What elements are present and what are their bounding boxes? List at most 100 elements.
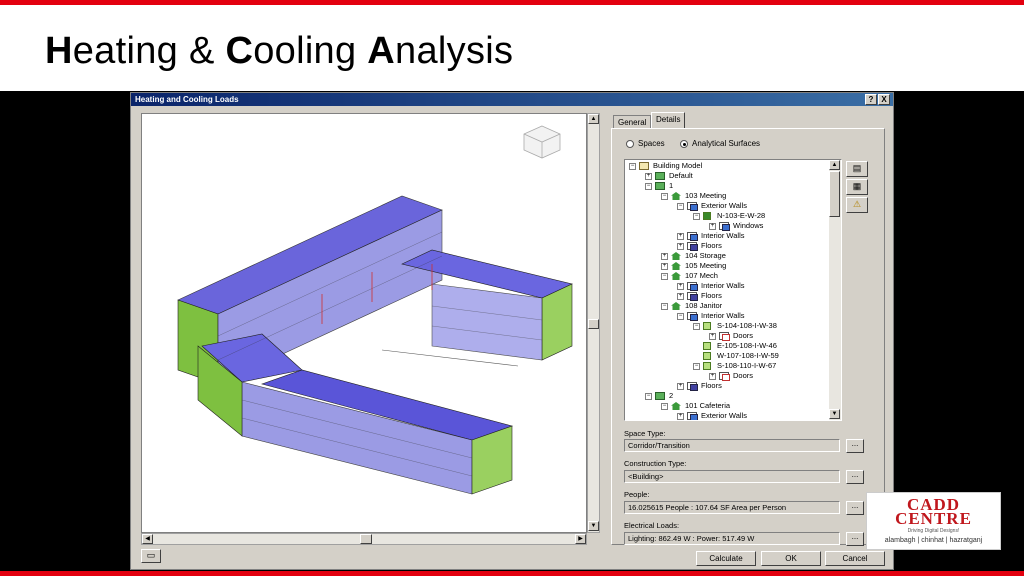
spaces-radio-label: Spaces [638, 139, 665, 148]
expand-icon[interactable]: + [661, 253, 668, 260]
tree-scroll-up-icon[interactable]: ▲ [829, 160, 840, 170]
details-tab-body: Spaces Analytical Surfaces ▲ ▼ − Building… [611, 128, 885, 546]
level-icon [655, 392, 665, 400]
tree-scrollbar[interactable]: ▲ ▼ [829, 160, 841, 420]
expand-icon[interactable]: + [709, 333, 716, 340]
house-icon [671, 252, 681, 260]
electrical-loads-browse-button[interactable]: ... [846, 532, 864, 546]
cancel-button[interactable]: Cancel [825, 551, 885, 566]
level-icon [655, 182, 665, 190]
viewport-horizontal-scrollbar[interactable]: ◀ ▶ [141, 533, 587, 545]
space-type-browse-button[interactable]: ... [846, 439, 864, 453]
tree-item-label: 104 Storage [685, 251, 726, 260]
spaces-radio[interactable] [626, 140, 634, 148]
people-field[interactable]: 16.025615 People : 107.64 SF Area per Pe… [624, 501, 840, 514]
warning-icon[interactable]: ⚠ [846, 197, 868, 213]
tree-item-label: S-104-108-I-W-38 [717, 321, 777, 330]
tree-item-label: 105 Meeting [685, 261, 727, 270]
tree-item-label: Interior Walls [701, 281, 745, 290]
expand-icon[interactable]: + [709, 373, 716, 380]
collapse-icon[interactable]: − [677, 203, 684, 210]
collapse-icon[interactable]: − [693, 363, 700, 370]
electrical-loads-label: Electrical Loads: [624, 521, 680, 530]
tree-item-label: Building Model [653, 161, 703, 170]
title-initial: A [367, 30, 396, 72]
expand-icon[interactable]: + [677, 383, 684, 390]
report-icon[interactable]: ▦ [846, 179, 868, 195]
tree-item-label: 103 Meeting [685, 191, 727, 200]
ok-button[interactable]: OK [761, 551, 821, 566]
wall-icon [687, 282, 698, 291]
expand-icon[interactable]: + [661, 263, 668, 270]
tree-item-label: Floors [701, 241, 722, 250]
wall-icon [687, 232, 698, 241]
horizontal-scroll-thumb[interactable] [360, 534, 372, 544]
collapse-icon[interactable]: − [693, 213, 700, 220]
logo-tagline: Driving Digital Designs! [907, 528, 960, 534]
expand-icon[interactable]: + [677, 283, 684, 290]
construction-type-field[interactable]: <Building> [624, 470, 840, 483]
analytical-surfaces-radio[interactable] [680, 140, 688, 148]
construction-type-browse-button[interactable]: ... [846, 470, 864, 484]
vertical-scroll-thumb[interactable] [588, 319, 599, 329]
collapse-icon[interactable]: − [661, 193, 668, 200]
collapse-icon[interactable]: − [645, 393, 652, 400]
table-icon[interactable]: ▤ [846, 161, 868, 177]
collapse-icon[interactable]: − [629, 163, 636, 170]
people-label: People: [624, 490, 650, 499]
top-accent-bar [0, 0, 1024, 5]
tree-item-label: Interior Walls [701, 311, 745, 320]
help-button[interactable]: ? [865, 94, 877, 105]
collapse-icon[interactable]: − [645, 183, 652, 190]
building-model-tree[interactable]: ▲ ▼ − Building Model + Default −1−103 Meetin… [624, 159, 842, 421]
heating-cooling-dialog: Heating and Cooling Loads ? X ▲ ▼ ◀ ▶ ▭ … [130, 92, 894, 570]
house-icon [671, 262, 681, 270]
surf-icon [703, 212, 711, 220]
expand-icon[interactable]: + [677, 233, 684, 240]
expand-icon[interactable]: + [709, 223, 716, 230]
scroll-down-icon[interactable]: ▼ [588, 521, 599, 531]
cadd-centre-logo: CADD CENTRE Driving Digital Designs! ala… [866, 492, 1001, 550]
scroll-right-icon[interactable]: ▶ [575, 534, 586, 544]
surf-icon [703, 352, 711, 360]
collapse-icon[interactable]: − [677, 313, 684, 320]
expand-icon[interactable]: + [677, 293, 684, 300]
model-3d-viewport[interactable] [141, 113, 587, 533]
view-options-icon[interactable]: ▭ [141, 549, 161, 563]
collapse-icon[interactable]: − [661, 273, 668, 280]
viewport-vertical-scrollbar[interactable]: ▲ ▼ [587, 113, 600, 533]
tree-scroll-thumb[interactable] [829, 171, 840, 217]
title-initial: H [45, 30, 73, 72]
folder-icon [639, 162, 649, 170]
tree-scroll-down-icon[interactable]: ▼ [829, 409, 840, 419]
space-type-field[interactable]: Corridor/Transition [624, 439, 840, 452]
tree-item-label: Windows [733, 221, 764, 230]
tree-item-label: 1 [669, 181, 674, 190]
close-button[interactable]: X [878, 94, 890, 105]
calculate-button[interactable]: Calculate [696, 551, 756, 566]
floor-icon [687, 292, 698, 301]
logo-branches: alambagh | chinhat | hazratganj [884, 537, 983, 544]
tree-item-label: Interior Walls [701, 231, 745, 240]
viewcube-icon[interactable] [523, 125, 561, 159]
slide-title: Heating & Cooling Analysis [45, 30, 513, 73]
expand-icon[interactable]: + [677, 243, 684, 250]
scroll-left-icon[interactable]: ◀ [142, 534, 153, 544]
tab-general[interactable]: General [613, 115, 652, 129]
building-3d-model [177, 125, 573, 495]
expand-icon[interactable]: + [677, 413, 684, 420]
construction-type-label: Construction Type: [624, 459, 687, 468]
tree-item-label: Default [669, 171, 693, 180]
electrical-loads-field[interactable]: Lighting: 862.49 W : Power: 517.49 W [624, 532, 840, 545]
collapse-icon[interactable]: − [661, 303, 668, 310]
title-word: nalysis [395, 30, 514, 72]
tree-item-label: 2 [669, 391, 674, 400]
level-icon [655, 172, 665, 180]
collapse-icon[interactable]: − [661, 403, 668, 410]
collapse-icon[interactable]: − [693, 323, 700, 330]
tab-details[interactable]: Details [651, 112, 686, 129]
scroll-up-icon[interactable]: ▲ [588, 114, 599, 124]
house-icon [671, 192, 681, 200]
expand-icon[interactable]: + [645, 173, 652, 180]
people-browse-button[interactable]: ... [846, 501, 864, 515]
